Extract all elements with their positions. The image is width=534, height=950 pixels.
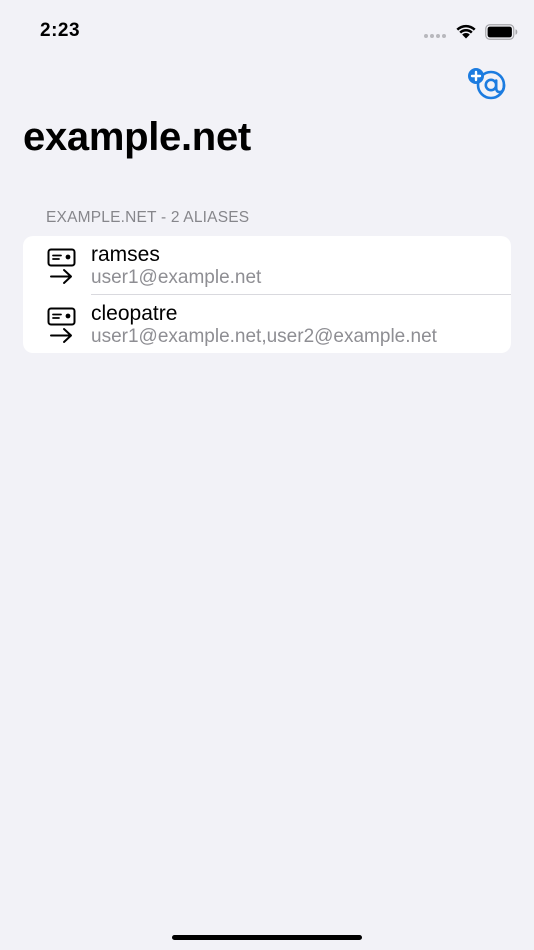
- add-alias-icon: [468, 68, 506, 100]
- mail-forward-icon: [47, 248, 76, 284]
- cellular-signal-icon: [424, 34, 448, 39]
- battery-icon: [485, 24, 518, 40]
- alias-name: cleopatre: [91, 302, 178, 325]
- add-alias-button[interactable]: [465, 66, 511, 102]
- alias-name: ramses: [91, 243, 160, 266]
- home-indicator[interactable]: [172, 935, 362, 940]
- list-item-alias-cleopatre[interactable]: cleopatre user1@example.net,user2@exampl…: [23, 295, 511, 353]
- list-item-alias-ramses[interactable]: ramses user1@example.net: [23, 236, 511, 294]
- status-bar: 2:23: [0, 0, 534, 60]
- alias-list: ramses user1@example.net cleopatre user1…: [23, 236, 511, 353]
- mail-forward-icon: [47, 307, 76, 343]
- screen: 2:23 example.net EXAMPLE.NET - 2 ALIASES…: [0, 0, 534, 950]
- page-title: example.net: [23, 115, 251, 159]
- alias-targets: user1@example.net,user2@example.net: [91, 326, 437, 347]
- section-header: EXAMPLE.NET - 2 ALIASES: [46, 209, 250, 226]
- alias-targets: user1@example.net: [91, 267, 262, 288]
- wifi-icon: [456, 24, 476, 39]
- status-time: 2:23: [40, 20, 81, 41]
